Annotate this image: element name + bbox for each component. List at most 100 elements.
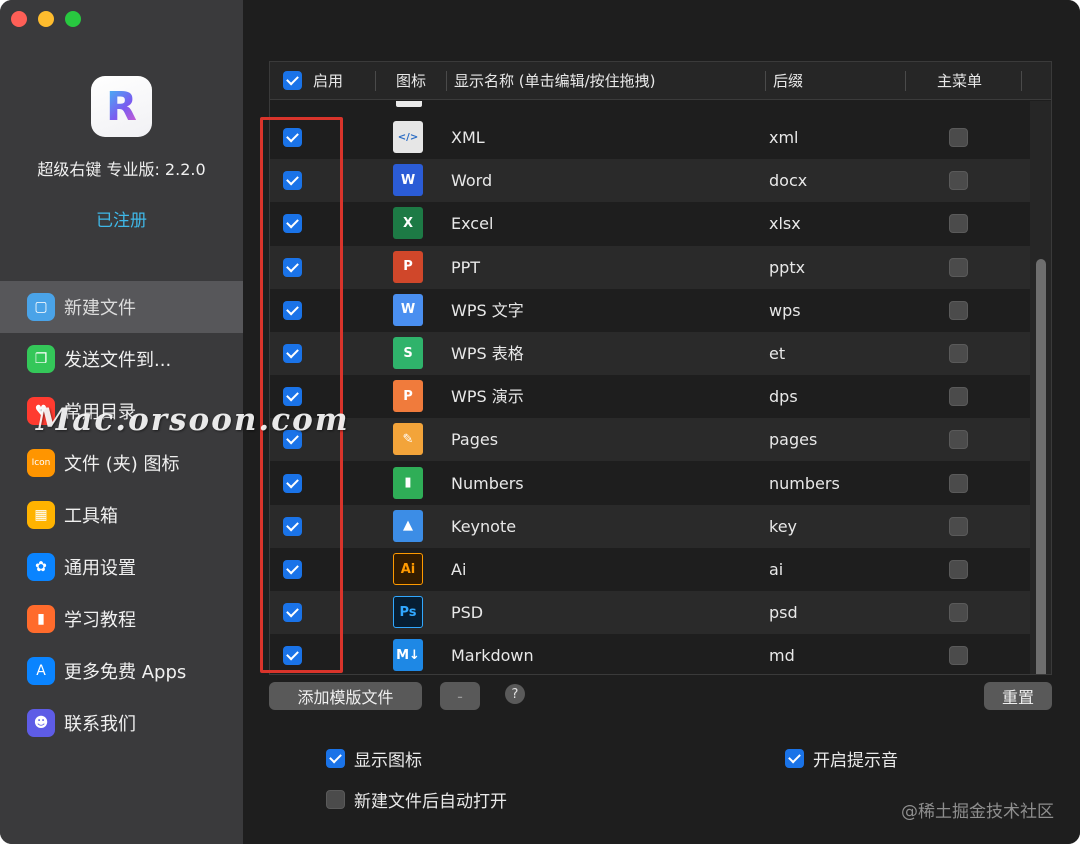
row-display-name[interactable]: Word xyxy=(451,159,492,202)
table-row[interactable]: P WPS 演示 dps xyxy=(270,375,1030,418)
row-display-name[interactable]: XML xyxy=(451,116,485,159)
row-display-name[interactable]: Keynote xyxy=(451,505,516,548)
sidebar-item-1[interactable]: ❐ 发送文件到... xyxy=(0,333,243,385)
table-row[interactable]: M↓ Markdown md xyxy=(270,634,1030,674)
app-name-version: 超级右键 专业版: 2.2.0 xyxy=(37,160,206,179)
contacts-icon: ☻ xyxy=(27,709,55,737)
table-row[interactable]: S WPS 表格 et xyxy=(270,332,1030,375)
sidebar-item-2[interactable]: ♥ 常用目录 xyxy=(0,385,243,437)
main-menu-checkbox[interactable] xyxy=(949,214,968,234)
enabled-checkbox[interactable] xyxy=(283,560,302,579)
show-icons-label: 显示图标 xyxy=(354,751,422,771)
show-icons-option[interactable]: 显示图标 xyxy=(326,746,422,771)
enabled-checkbox[interactable] xyxy=(283,257,302,277)
main-menu-checkbox[interactable] xyxy=(949,171,968,191)
main-menu-checkbox[interactable] xyxy=(949,257,968,277)
powerpoint-icon: P xyxy=(393,250,423,283)
table-row[interactable]: W Word docx xyxy=(270,159,1030,203)
row-display-name[interactable]: WPS 表格 xyxy=(451,332,524,375)
enabled-checkbox[interactable] xyxy=(283,646,302,666)
main-menu-checkbox[interactable] xyxy=(949,646,968,666)
table-row[interactable]: ▲ Keynote key xyxy=(270,504,1030,548)
main-menu-checkbox[interactable] xyxy=(949,473,968,493)
enabled-checkbox[interactable] xyxy=(283,430,302,450)
table-row[interactable]: P PPT pptx xyxy=(270,245,1030,289)
help-icon[interactable]: ? xyxy=(505,684,525,704)
header-suffix[interactable]: 后缀 xyxy=(773,62,803,100)
row-suffix: wps xyxy=(769,300,801,320)
row-display-name[interactable]: WPS 文字 xyxy=(451,289,524,332)
row-display-name[interactable]: Pages xyxy=(451,418,498,461)
row-suffix: dps xyxy=(769,387,798,407)
enabled-checkbox[interactable] xyxy=(283,128,302,147)
app-store-icon: A xyxy=(27,657,55,685)
row-display-name[interactable]: Markdown xyxy=(451,634,534,674)
table-body[interactable]: </> XML xml W Word docx X Excel xlsx P PPT pptx W WPS… xyxy=(270,101,1030,674)
sidebar-item-5[interactable]: ✿ 通用设置 xyxy=(0,541,243,593)
sidebar-item-6[interactable]: ▮ 学习教程 xyxy=(0,593,243,645)
row-suffix: numbers xyxy=(769,473,840,493)
row-suffix: xlsx xyxy=(769,214,801,234)
scrollbar-thumb[interactable] xyxy=(1036,259,1046,674)
table-row[interactable]: W WPS 文字 wps xyxy=(270,289,1030,332)
enabled-checkbox[interactable] xyxy=(283,214,302,234)
main-menu-checkbox[interactable] xyxy=(949,128,968,147)
row-display-name[interactable]: WPS 演示 xyxy=(451,375,524,418)
table-row[interactable]: </> XML xml xyxy=(270,116,1030,159)
row-display-name[interactable]: Numbers xyxy=(451,462,524,505)
main-menu-checkbox[interactable] xyxy=(949,344,968,363)
enabled-checkbox[interactable] xyxy=(283,344,302,363)
enabled-checkbox[interactable] xyxy=(283,387,302,407)
main-menu-checkbox[interactable] xyxy=(949,560,968,579)
auto-open-option[interactable]: 新建文件后自动打开 xyxy=(326,787,507,812)
row-display-name[interactable]: Excel xyxy=(451,202,493,245)
row-display-name[interactable]: PSD xyxy=(451,591,483,634)
zoom-window-button[interactable] xyxy=(65,11,81,27)
enabled-checkbox[interactable] xyxy=(283,300,302,320)
row-display-name[interactable]: Ai xyxy=(451,548,466,591)
sidebar-item-label: 更多免费 Apps xyxy=(64,662,187,683)
sidebar-item-8[interactable]: ☻ 联系我们 xyxy=(0,697,243,749)
registration-status[interactable]: 已注册 xyxy=(0,206,243,231)
enabled-checkbox[interactable] xyxy=(283,516,302,536)
remove-template-button[interactable]: - xyxy=(440,682,480,710)
sidebar-item-4[interactable]: ▦ 工具箱 xyxy=(0,489,243,541)
main-menu-checkbox[interactable] xyxy=(949,516,968,536)
minimize-window-button[interactable] xyxy=(38,11,54,27)
table-row[interactable]: ▮ Numbers numbers xyxy=(270,462,1030,505)
auto-open-checkbox[interactable] xyxy=(326,790,345,809)
show-icons-checkbox[interactable] xyxy=(326,749,345,768)
table-row[interactable]: ✎ Pages pages xyxy=(270,418,1030,462)
main-menu-checkbox[interactable] xyxy=(949,430,968,450)
table-scrollbar[interactable] xyxy=(1030,101,1051,674)
add-template-button[interactable]: 添加模版文件 xyxy=(269,682,422,710)
row-display-name[interactable]: PPT xyxy=(451,246,480,289)
header-enabled[interactable]: 启用 xyxy=(313,62,343,100)
enabled-checkbox[interactable] xyxy=(283,171,302,191)
select-all-checkbox[interactable] xyxy=(283,71,302,90)
table-row[interactable]: Ai Ai ai xyxy=(270,548,1030,591)
main-menu-checkbox[interactable] xyxy=(949,603,968,623)
main-menu-checkbox[interactable] xyxy=(949,387,968,407)
sidebar-item-label: 新建文件 xyxy=(64,298,136,319)
table-row[interactable]: Ps PSD psd xyxy=(270,591,1030,635)
close-window-button[interactable] xyxy=(11,11,27,27)
sidebar-item-0[interactable]: ▢ 新建文件 xyxy=(0,281,243,333)
table-row[interactable]: X Excel xlsx xyxy=(270,202,1030,245)
sound-checkbox[interactable] xyxy=(785,749,804,768)
row-suffix: psd xyxy=(769,603,798,623)
sound-option[interactable]: 开启提示音 xyxy=(785,746,898,771)
header-main-menu[interactable]: 主菜单 xyxy=(937,62,982,100)
reset-button[interactable]: 重置 xyxy=(984,682,1052,710)
enabled-checkbox[interactable] xyxy=(283,603,302,623)
excel-icon: X xyxy=(393,207,423,240)
enabled-checkbox[interactable] xyxy=(283,473,302,493)
main-menu-checkbox[interactable] xyxy=(949,300,968,320)
column-separator xyxy=(765,71,766,91)
sidebar-item-7[interactable]: A 更多免费 Apps xyxy=(0,645,243,697)
header-name[interactable]: 显示名称 (单击编辑/按住拖拽) xyxy=(454,62,656,100)
toolbox-icon: ▦ xyxy=(27,501,55,529)
header-icon[interactable]: 图标 xyxy=(396,62,426,100)
sidebar-item-3[interactable]: Icon 文件 (夹) 图标 xyxy=(0,437,243,489)
row-suffix: key xyxy=(769,516,798,536)
